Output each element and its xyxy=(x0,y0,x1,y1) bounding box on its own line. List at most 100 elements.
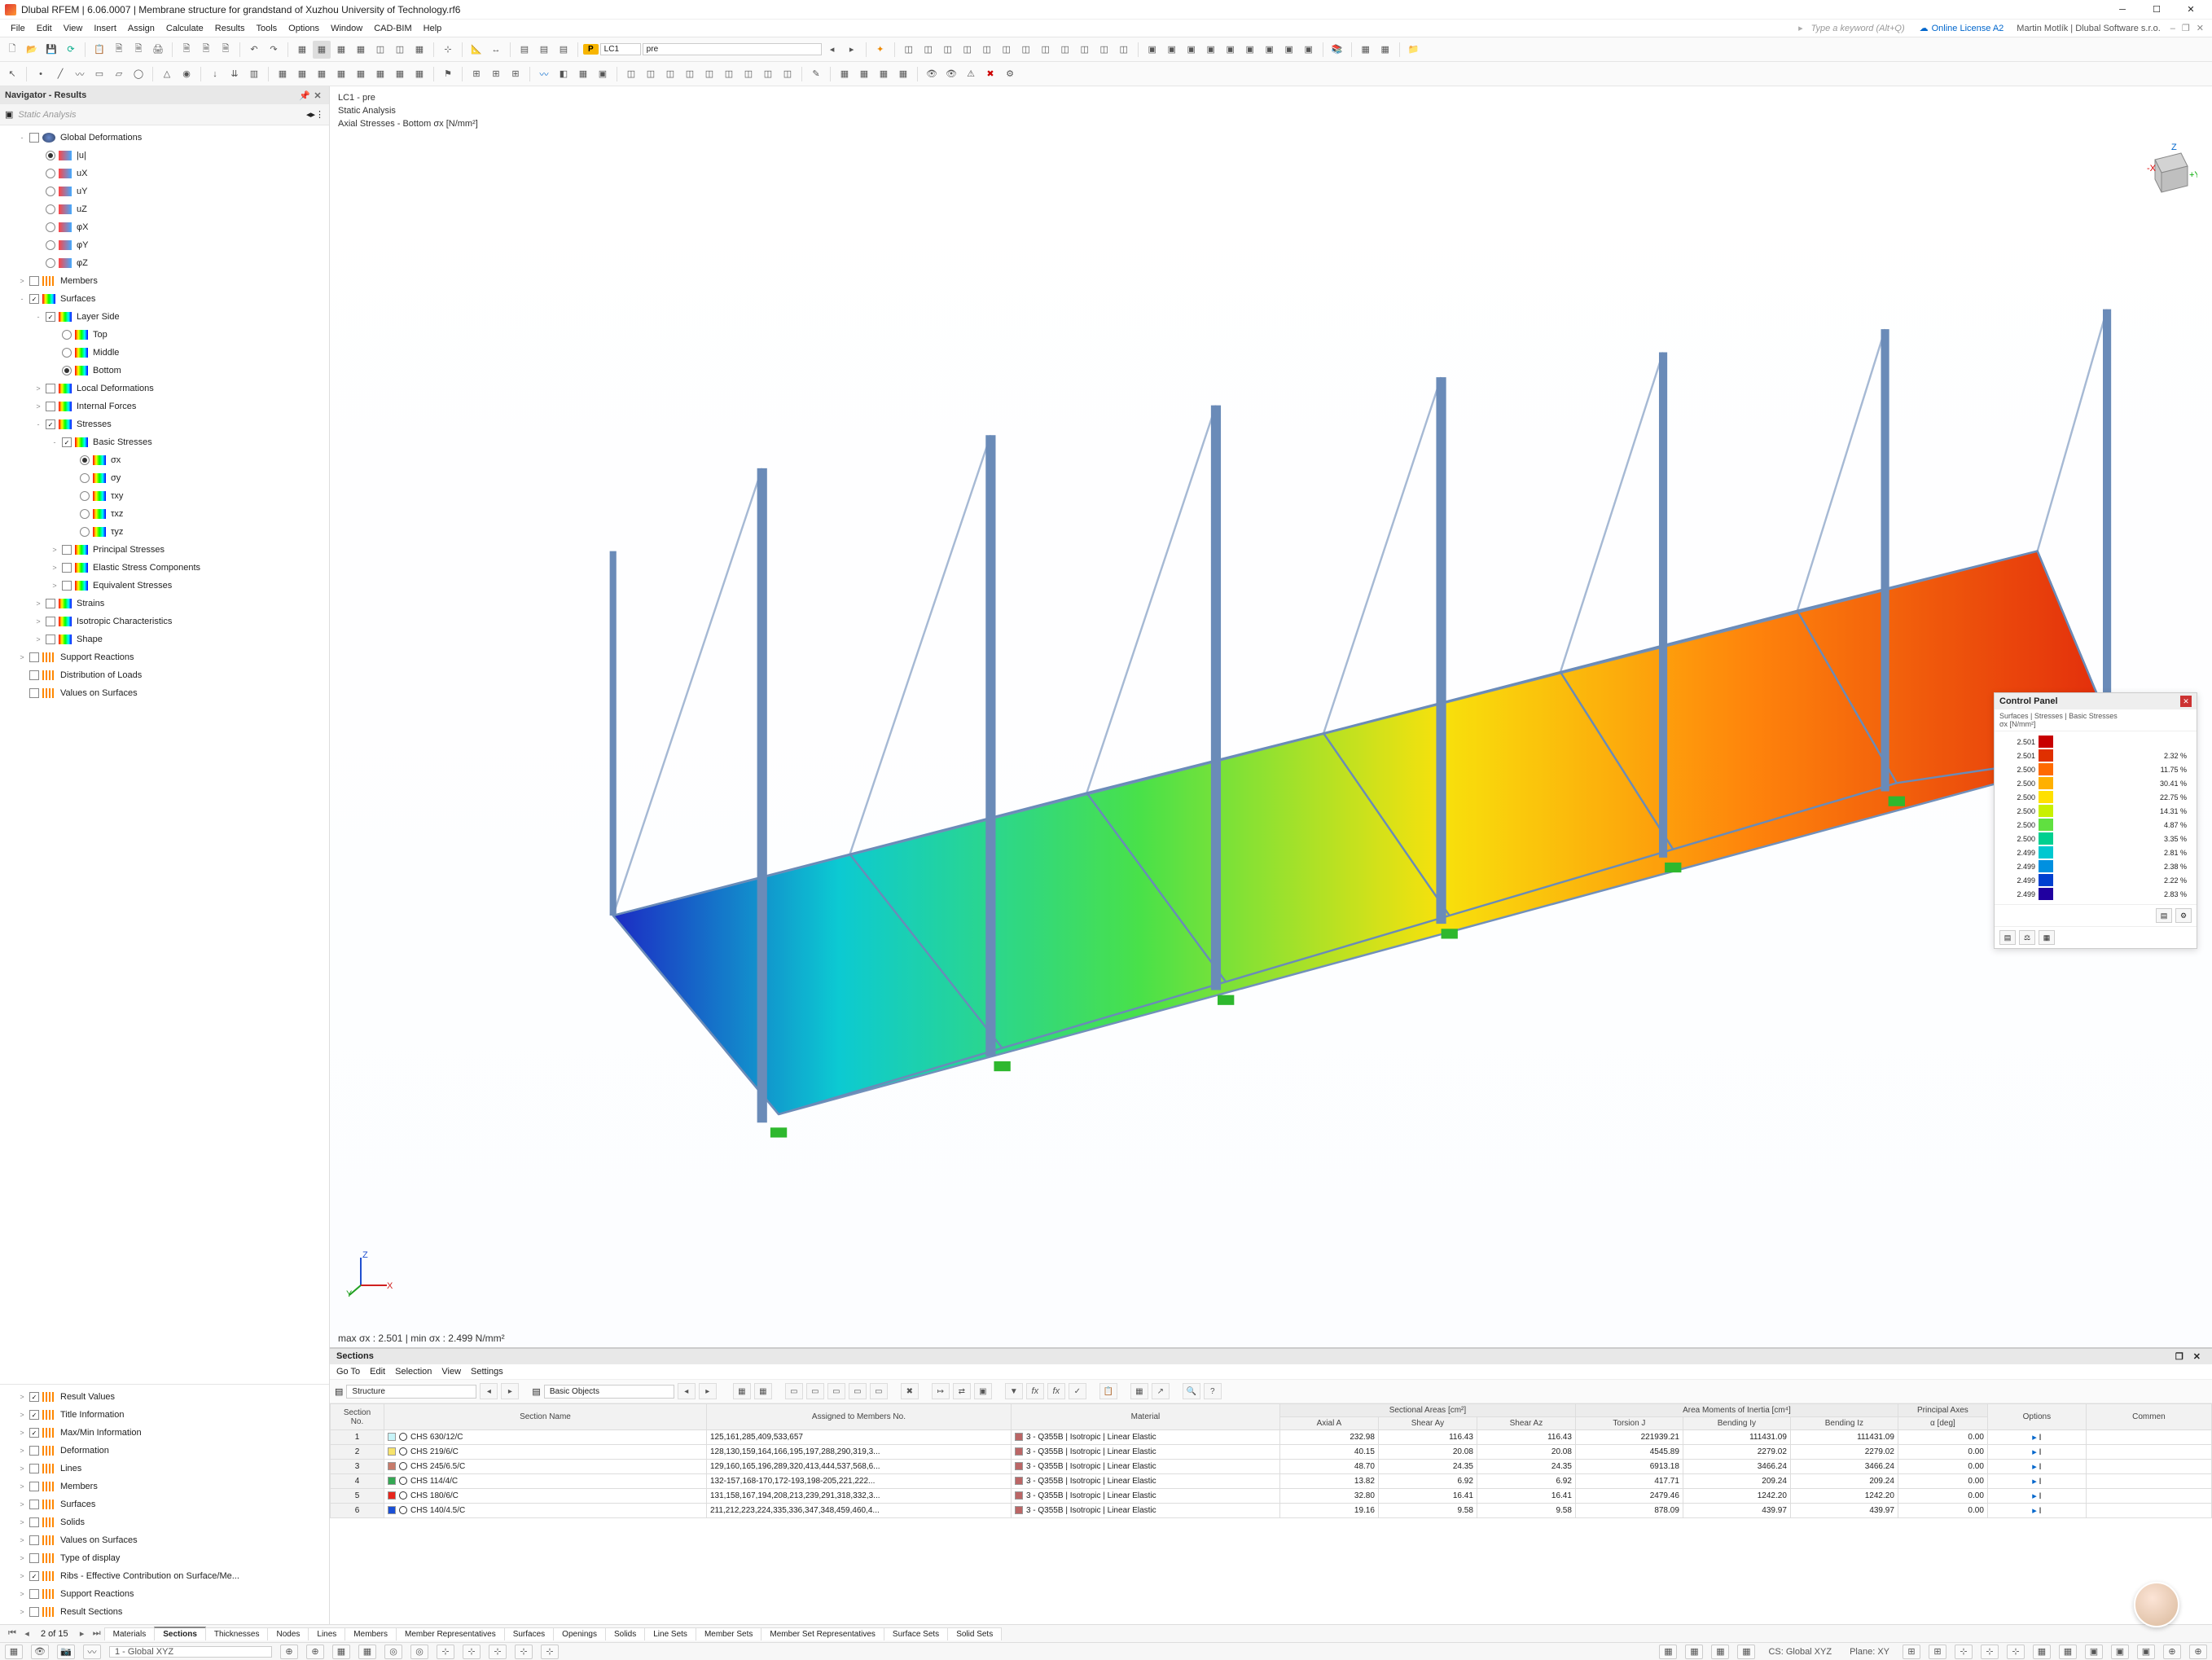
cell-torsion[interactable]: 4545.89 xyxy=(1575,1445,1683,1460)
display-option[interactable]: >Members xyxy=(0,1478,329,1495)
cell-alpha[interactable]: 0.00 xyxy=(1898,1445,1987,1460)
checkbox-icon[interactable] xyxy=(29,1571,39,1581)
expand-icon[interactable]: > xyxy=(18,653,26,661)
cell-torsion[interactable]: 6913.18 xyxy=(1575,1460,1683,1474)
option-edit-icon[interactable]: ▸ xyxy=(2032,1491,2037,1501)
cell-iz[interactable]: 439.97 xyxy=(1790,1504,1898,1518)
cell-shear-ay[interactable]: 20.08 xyxy=(1378,1445,1477,1460)
gear-icon[interactable]: ⚙ xyxy=(1001,65,1019,83)
sel3-icon[interactable]: ▦ xyxy=(313,65,331,83)
cell-comment[interactable] xyxy=(2086,1474,2211,1489)
tbl-filter-icon[interactable]: ▼ xyxy=(1005,1383,1023,1399)
cell-alpha[interactable]: 0.00 xyxy=(1898,1489,1987,1504)
view-shade-icon[interactable]: ▦ xyxy=(332,41,350,59)
undo-icon[interactable]: ↶ xyxy=(245,41,263,59)
load-line-icon[interactable]: ⇊ xyxy=(226,65,244,83)
expand-icon[interactable]: > xyxy=(34,617,42,626)
status-view1-icon[interactable]: ▦ xyxy=(1659,1645,1677,1659)
tree-item[interactable]: φY xyxy=(0,236,329,254)
legend-settings-icon[interactable]: ⚙ xyxy=(2175,908,2192,923)
tool-l-icon[interactable]: ◫ xyxy=(1115,41,1133,59)
results-on-icon[interactable]: ✦ xyxy=(871,41,889,59)
tbl-fn-icon[interactable]: fx xyxy=(1026,1383,1044,1399)
tbl-fn2-icon[interactable]: fx xyxy=(1047,1383,1065,1399)
cell-material[interactable]: 3 - Q355B | Isotropic | Linear Elastic xyxy=(1011,1445,1279,1460)
expand-icon[interactable]: > xyxy=(34,402,42,411)
addon4-icon[interactable]: ▣ xyxy=(1202,41,1220,59)
cell-axial[interactable]: 40.15 xyxy=(1279,1445,1378,1460)
close-button[interactable]: ✕ xyxy=(2175,1,2207,19)
calc3-icon[interactable]: ▤ xyxy=(555,41,573,59)
report-icon[interactable]: 🗎 xyxy=(110,41,128,59)
cell-alpha[interactable]: 0.00 xyxy=(1898,1504,1987,1518)
expand-icon[interactable]: > xyxy=(50,564,59,572)
surface-tool-icon[interactable]: ▱ xyxy=(110,65,128,83)
display-option[interactable]: >Result Values xyxy=(0,1388,329,1406)
expand-icon[interactable]: > xyxy=(18,1482,26,1491)
checkbox-icon[interactable] xyxy=(62,563,72,573)
checkbox-icon[interactable] xyxy=(62,437,72,447)
cell-section-name[interactable]: CHS 140/4.5/C xyxy=(384,1504,706,1518)
grid1-icon[interactable]: ⊞ xyxy=(467,65,485,83)
tree-item[interactable]: φZ xyxy=(0,254,329,272)
cell-options[interactable]: ▸ I xyxy=(1987,1489,2086,1504)
sel6-icon[interactable]: ▦ xyxy=(371,65,389,83)
tree-item[interactable]: τxz xyxy=(0,505,329,523)
tree-item[interactable]: τxy xyxy=(0,487,329,505)
cell-material[interactable]: 3 - Q355B | Isotropic | Linear Elastic xyxy=(1011,1430,1279,1445)
tbl-export-icon[interactable]: ↗ xyxy=(1152,1383,1170,1399)
basic-next-icon[interactable]: ▸ xyxy=(699,1383,717,1399)
status-h-icon[interactable]: ▣ xyxy=(2085,1645,2103,1659)
res5-icon[interactable]: ◫ xyxy=(700,65,718,83)
cloud2-icon[interactable]: ▦ xyxy=(1376,41,1394,59)
grid2-icon[interactable]: ⊞ xyxy=(487,65,505,83)
keyword-search[interactable]: Type a keyword (Alt+Q) xyxy=(1803,24,1913,33)
checkbox-icon[interactable] xyxy=(29,1446,39,1456)
display-option[interactable]: >Support Reactions xyxy=(0,1585,329,1603)
radio-icon[interactable] xyxy=(46,240,55,250)
expand-icon[interactable]: > xyxy=(18,1465,26,1473)
tbl-copy-icon[interactable]: 📋 xyxy=(1099,1383,1117,1399)
view-render-icon[interactable]: ▦ xyxy=(352,41,370,59)
cell-options[interactable]: ▸ I xyxy=(1987,1504,2086,1518)
tree-item[interactable]: Top xyxy=(0,326,329,344)
tbl2-icon[interactable]: ▦ xyxy=(855,65,873,83)
option-section-icon[interactable]: I xyxy=(2039,1477,2042,1487)
sections-menu-view[interactable]: View xyxy=(441,1367,461,1377)
cell-shear-az[interactable]: 9.58 xyxy=(1477,1504,1575,1518)
tbl-del-icon[interactable]: ✖ xyxy=(901,1383,919,1399)
cell-axial[interactable]: 19.16 xyxy=(1279,1504,1378,1518)
checkbox-icon[interactable] xyxy=(46,599,55,608)
tool-j-icon[interactable]: ◫ xyxy=(1076,41,1094,59)
tree-item[interactable]: φX xyxy=(0,218,329,236)
cell-shear-ay[interactable]: 9.58 xyxy=(1378,1504,1477,1518)
tree-item[interactable]: >Isotropic Characteristics xyxy=(0,613,329,630)
calc2-icon[interactable]: ▤ xyxy=(535,41,553,59)
menu-window[interactable]: Window xyxy=(325,24,368,33)
lc-next-icon[interactable]: ▸ xyxy=(843,41,861,59)
col-iz[interactable]: Bending Iz xyxy=(1790,1417,1898,1430)
expand-icon[interactable]: > xyxy=(18,1554,26,1562)
tab-surface-sets[interactable]: Surface Sets xyxy=(884,1627,948,1640)
assistant-avatar[interactable] xyxy=(2134,1582,2179,1627)
res8-icon[interactable]: ◫ xyxy=(759,65,777,83)
cp-tab-colors-icon[interactable]: ▤ xyxy=(1999,930,2016,945)
cell-section-name[interactable]: CHS 245/6.5/C xyxy=(384,1460,706,1474)
status-snap6-icon[interactable]: ⊹ xyxy=(515,1645,533,1659)
cell-shear-ay[interactable]: 116.43 xyxy=(1378,1430,1477,1445)
expand-icon[interactable]: > xyxy=(18,1572,26,1580)
res2-icon[interactable]: ◫ xyxy=(642,65,660,83)
tbl-help-icon[interactable]: ? xyxy=(1204,1383,1222,1399)
status-view3-icon[interactable]: ▦ xyxy=(1711,1645,1729,1659)
export-icon[interactable]: 🗎 xyxy=(129,41,147,59)
option-edit-icon[interactable]: ▸ xyxy=(2032,1477,2037,1487)
tab-nodes[interactable]: Nodes xyxy=(267,1627,309,1640)
colgrp-paxes[interactable]: Principal Axes xyxy=(1898,1404,1987,1417)
cube-icon[interactable]: ◧ xyxy=(555,65,573,83)
cell-assigned[interactable]: 129,160,165,196,289,320,413,444,537,568,… xyxy=(706,1460,1011,1474)
expand-icon[interactable]: > xyxy=(34,599,42,608)
menu-options[interactable]: Options xyxy=(283,24,325,33)
tbl-sel-icon[interactable]: ▣ xyxy=(974,1383,992,1399)
display-option[interactable]: >Solids xyxy=(0,1513,329,1531)
tbl-tool7-icon[interactable]: ▭ xyxy=(870,1383,888,1399)
